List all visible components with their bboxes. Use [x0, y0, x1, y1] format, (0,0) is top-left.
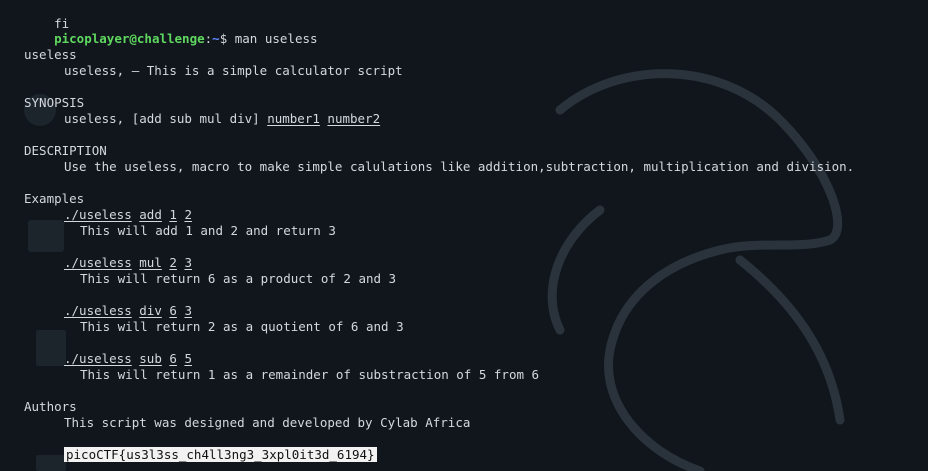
man-authors-text: This script was designed and developed b…: [64, 415, 471, 430]
example-cmd: ./useless: [64, 351, 132, 366]
example-op: div: [139, 303, 162, 318]
example-arg-b: 3: [184, 303, 192, 318]
flag-line[interactable]: picoCTF{us3l3ss_ch4ll3ng3_3xpl0it3d_6194…: [64, 447, 377, 463]
example-command: ./useless div 6 3: [64, 303, 192, 319]
synopsis-arg-number1: number1: [267, 111, 320, 126]
example-command: ./useless add 1 2: [64, 207, 192, 223]
example-arg-a: 1: [169, 207, 177, 222]
terminal-window[interactable]: fi picoplayer@challenge:~$ man useless u…: [0, 0, 928, 471]
synopsis-text: useless, [add sub mul div]: [64, 111, 268, 126]
selected-flag-text[interactable]: picoCTF{us3l3ss_ch4ll3ng3_3xpl0it3d_6194…: [64, 447, 377, 462]
example-arg-a: 6: [169, 303, 177, 318]
synopsis-arg-number2: number2: [327, 111, 381, 126]
man-authors-header: Authors: [24, 399, 77, 414]
man-examples-header: Examples: [24, 191, 85, 206]
example-description: This will return 2 as a quotient of 6 an…: [80, 319, 404, 334]
example-arg-b: 5: [184, 351, 192, 366]
example-command: ./useless mul 2 3: [64, 255, 192, 271]
example-cmd: ./useless: [64, 255, 132, 270]
example-op: add: [139, 207, 162, 222]
prompt-symbol: $: [219, 31, 228, 46]
example-cmd: ./useless: [64, 207, 132, 222]
example-op: sub: [139, 351, 162, 366]
prompt-command: man useless: [234, 31, 318, 46]
example-cmd: ./useless: [64, 303, 132, 318]
prompt-user-host: picoplayer@challenge: [54, 31, 205, 46]
example-arg-b: 2: [184, 207, 192, 222]
command-prompt-line: picoplayer@challenge:~$ man useless: [24, 15, 317, 46]
man-synopsis-line: useless, [add sub mul div] number1 numbe…: [64, 111, 380, 127]
prompt-path: ~: [212, 31, 220, 46]
man-synopsis-header: SYNOPSIS: [24, 95, 85, 110]
example-description: This will add 1 and 2 and return 3: [80, 223, 336, 238]
man-description-header: DESCRIPTION: [24, 143, 107, 158]
previous-output-line: fi: [24, 0, 69, 31]
example-command: ./useless sub 6 5: [64, 351, 192, 367]
example-arg-b: 3: [184, 255, 192, 270]
man-description-text: Use the useless, macro to make simple ca…: [64, 159, 855, 174]
example-arg-a: 6: [169, 351, 177, 366]
example-description: This will return 1 as a remainder of sub…: [80, 367, 540, 382]
example-arg-a: 2: [169, 255, 177, 270]
man-name-description: useless, — This is a simple calculator s…: [64, 63, 403, 78]
example-description: This will return 6 as a product of 2 and…: [80, 271, 397, 286]
man-name-header: useless: [24, 47, 77, 62]
example-op: mul: [139, 255, 162, 270]
